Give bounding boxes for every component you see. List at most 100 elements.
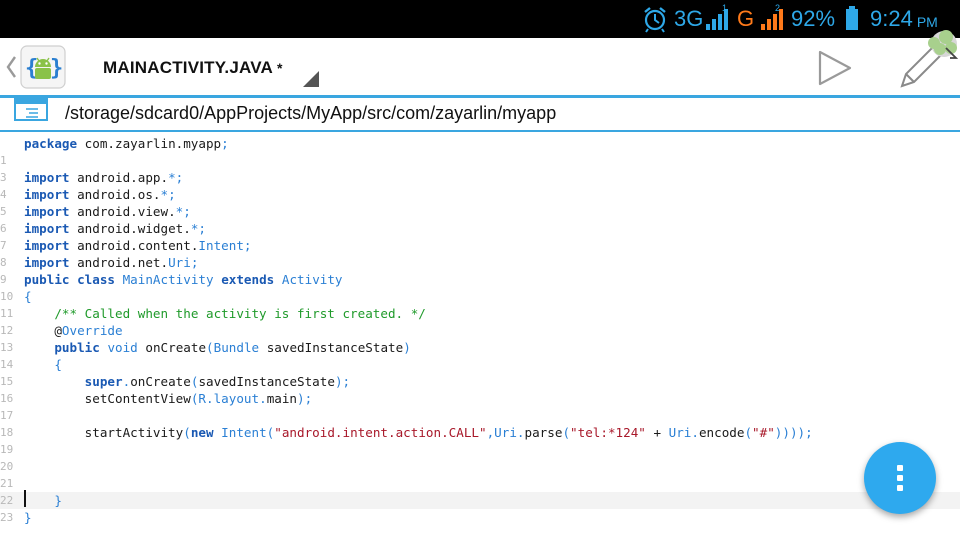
code-line[interactable]: 15 super.onCreate(savedInstanceState); bbox=[0, 373, 960, 390]
code-text: startActivity(new Intent("android.intent… bbox=[24, 424, 813, 441]
code-line[interactable]: 10 { bbox=[0, 288, 960, 305]
file-path[interactable]: /storage/sdcard0/AppProjects/MyApp/src/c… bbox=[65, 103, 556, 124]
code-token: ; bbox=[190, 255, 199, 270]
line-number: 17 bbox=[0, 409, 14, 422]
code-token: onCreate bbox=[130, 374, 191, 389]
code-line[interactable]: 20 bbox=[0, 458, 960, 475]
code-text: import android.app.*; bbox=[24, 169, 183, 186]
battery-percent: 92% bbox=[791, 6, 836, 31]
code-token: Intent bbox=[198, 238, 244, 253]
alarm-clock-icon bbox=[644, 7, 666, 33]
code-token: import bbox=[24, 187, 70, 202]
android-app-icon[interactable]: { } bbox=[20, 45, 66, 89]
network-type-g: G bbox=[737, 6, 755, 31]
back-chevron-icon[interactable] bbox=[4, 54, 18, 80]
code-token: ( bbox=[206, 340, 214, 355]
code-text: setContentView(R.layout.main); bbox=[24, 390, 313, 407]
line-number: 15 bbox=[0, 375, 14, 388]
code-token: ); bbox=[297, 391, 313, 406]
dropdown-corner-icon[interactable] bbox=[302, 70, 320, 88]
code-token: import bbox=[24, 204, 70, 219]
code-line[interactable]: 19 bbox=[0, 441, 960, 458]
code-line[interactable]: 16 setContentView(R.layout.main); bbox=[0, 390, 960, 407]
code-line[interactable]: 3 import android.app.*; bbox=[0, 169, 960, 186]
code-line[interactable]: 9 public class MainActivity extends Activ… bbox=[0, 271, 960, 288]
file-title[interactable]: MAINACTIVITY.JAVA * bbox=[103, 58, 283, 78]
unsaved-marker: * bbox=[276, 60, 283, 76]
code-token: Bundle bbox=[213, 340, 260, 355]
code-token: ( bbox=[183, 425, 191, 440]
code-token: "android.intent.action.CALL" bbox=[274, 425, 487, 440]
sim1-label: 1 bbox=[722, 3, 728, 13]
code-text: } bbox=[24, 509, 32, 526]
code-line[interactable]: 7 import android.content.Intent; bbox=[0, 237, 960, 254]
code-token: . bbox=[516, 425, 525, 440]
code-line[interactable]: 22 } bbox=[0, 492, 960, 509]
code-text: { bbox=[24, 288, 32, 305]
line-number: 3 bbox=[0, 171, 7, 184]
code-token: )))); bbox=[774, 425, 813, 440]
code-line[interactable]: 14 { bbox=[0, 356, 960, 373]
code-text: { bbox=[24, 356, 62, 373]
code-line[interactable]: 23} bbox=[0, 509, 960, 526]
overflow-menu-fab[interactable] bbox=[864, 442, 936, 514]
code-token: extends bbox=[221, 272, 275, 287]
code-line[interactable]: 12 @Override bbox=[0, 322, 960, 339]
code-text: @Override bbox=[24, 322, 122, 339]
code-token: Uri bbox=[168, 255, 191, 270]
code-line[interactable]: 21 bbox=[0, 475, 960, 492]
code-token: ( bbox=[562, 425, 571, 440]
code-text: import android.view.*; bbox=[24, 203, 191, 220]
code-text: package com.zayarlin.myapp; bbox=[24, 135, 229, 152]
code-token: { bbox=[54, 357, 62, 372]
code-token: ( bbox=[744, 425, 753, 440]
code-text: /** Called when the activity is first cr… bbox=[24, 305, 426, 322]
code-line[interactable]: package com.zayarlin.myapp; bbox=[0, 135, 960, 152]
code-token: savedInstanceState bbox=[198, 374, 335, 389]
code-token: android.net. bbox=[69, 255, 169, 270]
code-token: parse bbox=[524, 425, 563, 440]
folder-path-icon[interactable] bbox=[14, 98, 48, 122]
code-token: { bbox=[24, 289, 32, 304]
code-line[interactable]: 18 startActivity(new Intent("android.int… bbox=[0, 424, 960, 441]
code-line[interactable]: 8 import android.net.Uri; bbox=[0, 254, 960, 271]
line-number: 9 bbox=[0, 273, 7, 286]
code-line[interactable]: 1 bbox=[0, 152, 960, 169]
line-number: 21 bbox=[0, 477, 14, 490]
code-token: layout bbox=[213, 391, 260, 406]
code-token: onCreate bbox=[137, 340, 207, 355]
code-token: android.widget. bbox=[69, 221, 191, 236]
code-line[interactable]: 4 import android.os.*; bbox=[0, 186, 960, 203]
line-number: 14 bbox=[0, 358, 14, 371]
code-token: . bbox=[259, 391, 267, 406]
line-number: 12 bbox=[0, 324, 14, 337]
code-token: android.os. bbox=[69, 187, 161, 202]
code-token: . bbox=[691, 425, 699, 440]
line-number: 20 bbox=[0, 460, 14, 473]
code-line[interactable]: 17 bbox=[0, 407, 960, 424]
code-token: setContentView bbox=[24, 391, 191, 406]
pencil-edit-button[interactable] bbox=[894, 28, 960, 92]
code-token: Uri bbox=[668, 425, 692, 440]
code-line[interactable]: 6 import android.widget.*; bbox=[0, 220, 960, 237]
code-token: new bbox=[190, 425, 214, 440]
sim2-label: 2 bbox=[775, 3, 781, 13]
code-token: ); bbox=[334, 374, 351, 389]
code-line[interactable]: 5 import android.view.*; bbox=[0, 203, 960, 220]
code-token: } bbox=[54, 493, 62, 508]
line-number: 11 bbox=[0, 307, 14, 320]
network-type-3g: 3G bbox=[674, 6, 704, 31]
code-line[interactable]: 13 public void onCreate(Bundle savedInst… bbox=[0, 339, 960, 356]
run-play-button[interactable] bbox=[812, 48, 856, 88]
code-token: package bbox=[24, 136, 78, 151]
code-line[interactable]: 11 /** Called when the activity is first… bbox=[0, 305, 960, 322]
signal-strength-sim2-icon bbox=[761, 9, 783, 30]
code-editor[interactable]: package com.zayarlin.myapp; 1 3 import andr… bbox=[0, 134, 960, 534]
code-token: *; bbox=[190, 221, 206, 236]
